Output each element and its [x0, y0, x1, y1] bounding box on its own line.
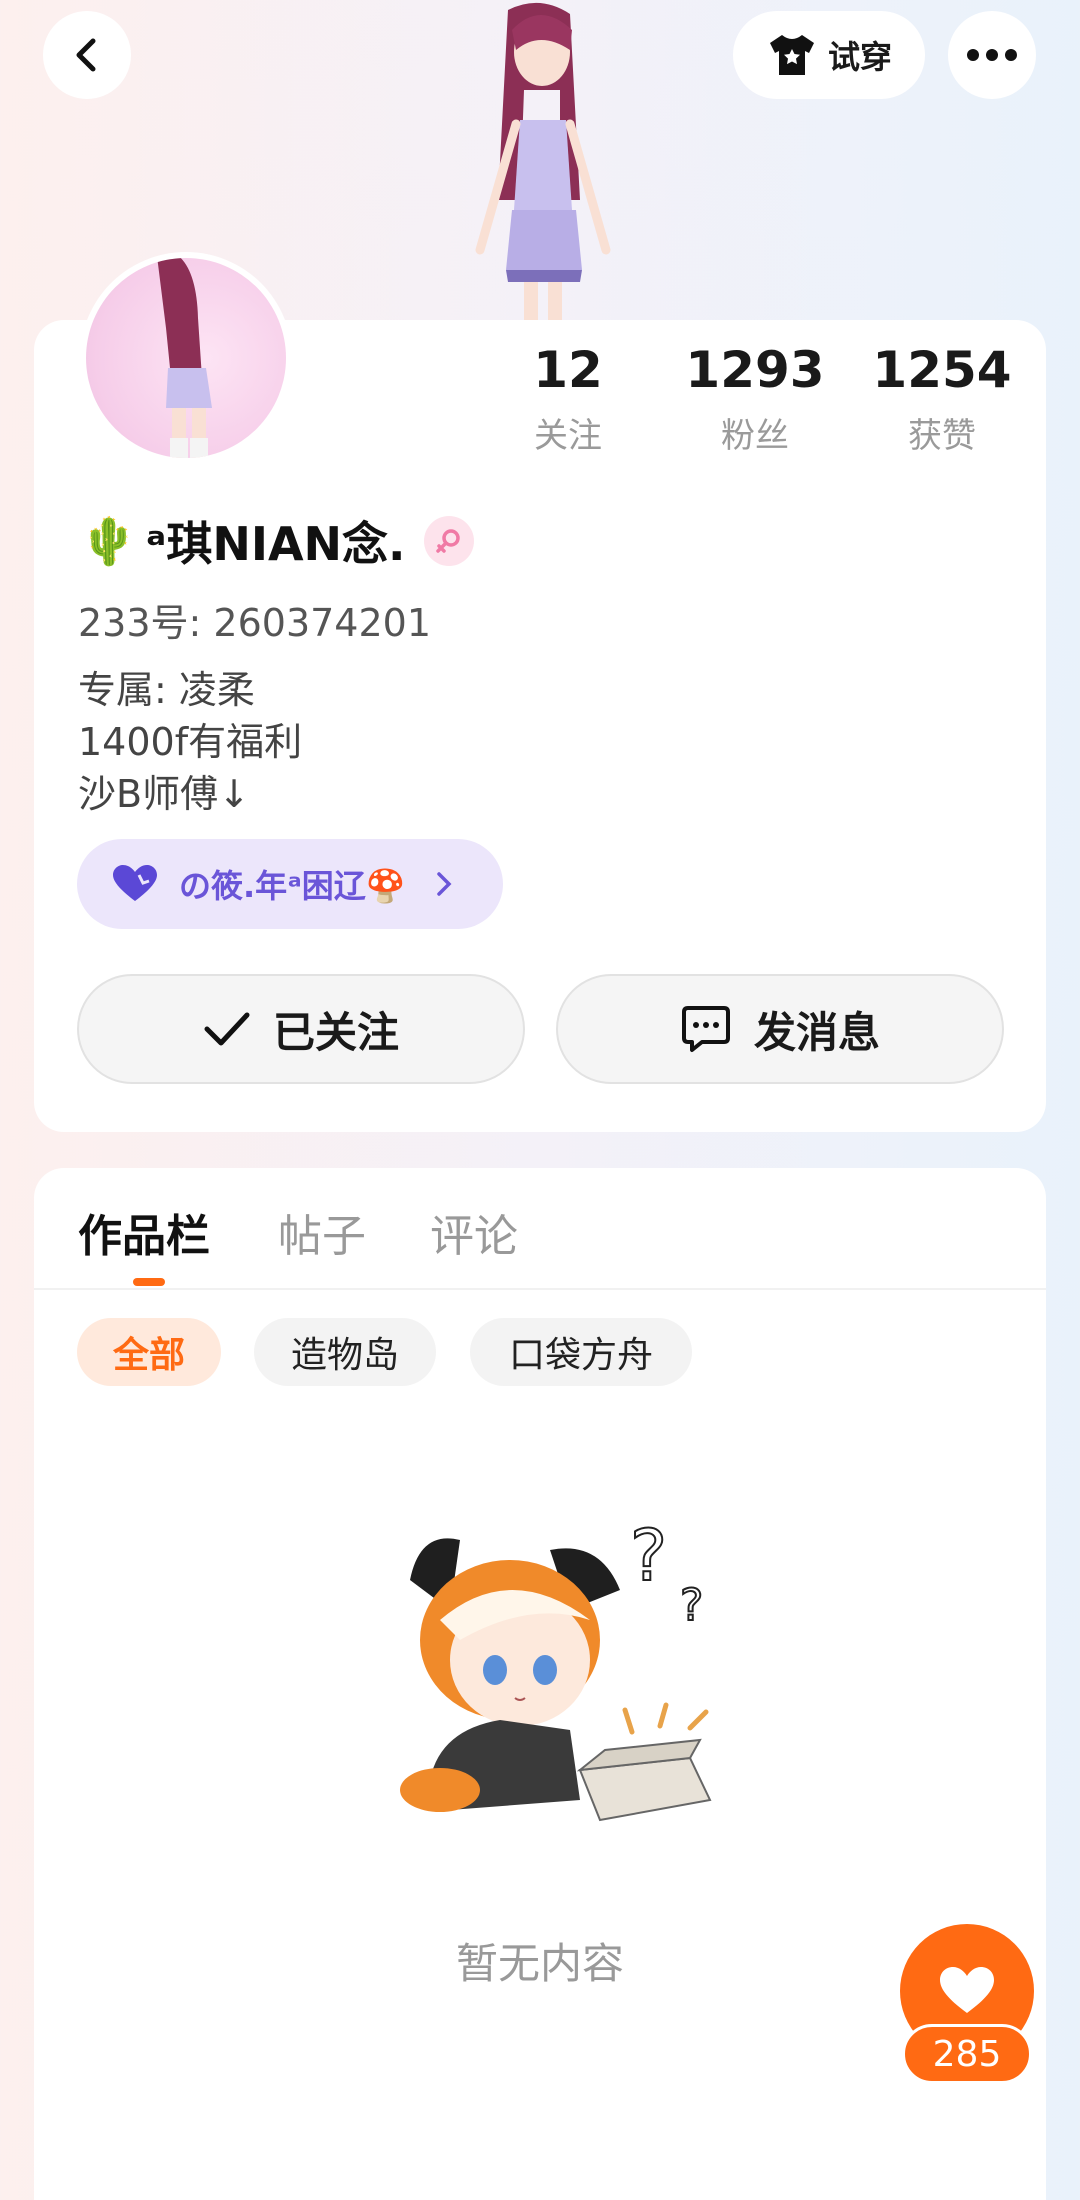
- bio-line: 沙B师傅↓: [78, 772, 250, 816]
- user-id: 233号: 260374201: [78, 601, 432, 645]
- more-dots-icon: [967, 49, 1017, 61]
- chevron-right-icon: [436, 872, 452, 896]
- message-button[interactable]: 发消息: [556, 974, 1004, 1084]
- heart-icon: [113, 865, 157, 901]
- chat-bubble-icon: [681, 1006, 730, 1052]
- stat-fans[interactable]: 1293 粉丝: [675, 340, 835, 457]
- svg-text:?: ?: [680, 1580, 703, 1631]
- name-emoji: 🌵: [80, 513, 138, 568]
- stat-following[interactable]: 12 关注: [488, 340, 648, 457]
- checkmark-icon: [204, 1012, 250, 1046]
- more-button[interactable]: [948, 11, 1036, 99]
- stat-likes-label: 获赞: [908, 416, 976, 456]
- stat-fans-label: 粉丝: [721, 416, 789, 456]
- message-label: 发消息: [753, 1007, 880, 1057]
- try-on-label: 试穿: [827, 38, 892, 76]
- female-gender-icon: [423, 516, 474, 566]
- bio-line: 1400f有福利: [78, 720, 303, 764]
- bio-line: 专属: 凌柔: [78, 668, 255, 712]
- name-row: 🌵 ᵃ琪NIAN念.: [80, 508, 474, 574]
- avatar-character-image: [475, 2, 611, 320]
- stat-fans-value: 1293: [685, 341, 825, 399]
- bio: 专属: 凌柔 1400f有福利 沙B师傅↓: [78, 664, 302, 820]
- svg-text:?: ?: [630, 1515, 667, 1597]
- stat-following-label: 关注: [534, 416, 602, 456]
- chevron-left-icon: [76, 38, 96, 72]
- tab-divider: [34, 1288, 1046, 1290]
- empty-state-illustration: ? ?: [400, 1514, 712, 1822]
- guild-badge[interactable]: の筱.年ᵃ困辽🍄: [77, 839, 503, 929]
- filter-chip-all[interactable]: 全部: [77, 1318, 221, 1386]
- avatar-image: [157, 258, 212, 458]
- heart-icon: [940, 1967, 994, 2013]
- follow-label: 已关注: [272, 1007, 399, 1057]
- stat-following-value: 12: [533, 341, 603, 399]
- try-on-button[interactable]: 试穿: [733, 11, 925, 99]
- filter-chip-pocket-ark[interactable]: 口袋方舟: [470, 1318, 692, 1386]
- tab-active-indicator: [133, 1278, 165, 1286]
- tab-works[interactable]: 作品栏: [78, 1200, 210, 1264]
- avatar[interactable]: [80, 252, 292, 464]
- profile-name: ᵃ琪NIAN念.: [145, 517, 406, 571]
- follow-button[interactable]: 已关注: [77, 974, 525, 1084]
- stat-likes-value: 1254: [872, 341, 1012, 399]
- stat-likes[interactable]: 1254 获赞: [862, 340, 1022, 457]
- guild-name: の筱.年ᵃ困辽🍄: [179, 867, 406, 905]
- tab-posts[interactable]: 帖子: [278, 1200, 366, 1264]
- tab-comments[interactable]: 评论: [430, 1200, 518, 1264]
- filter-chip-creation-island[interactable]: 造物岛: [254, 1318, 436, 1386]
- like-count: 285: [902, 2024, 1032, 2084]
- shirt-icon: [769, 35, 814, 75]
- back-button[interactable]: [43, 11, 131, 99]
